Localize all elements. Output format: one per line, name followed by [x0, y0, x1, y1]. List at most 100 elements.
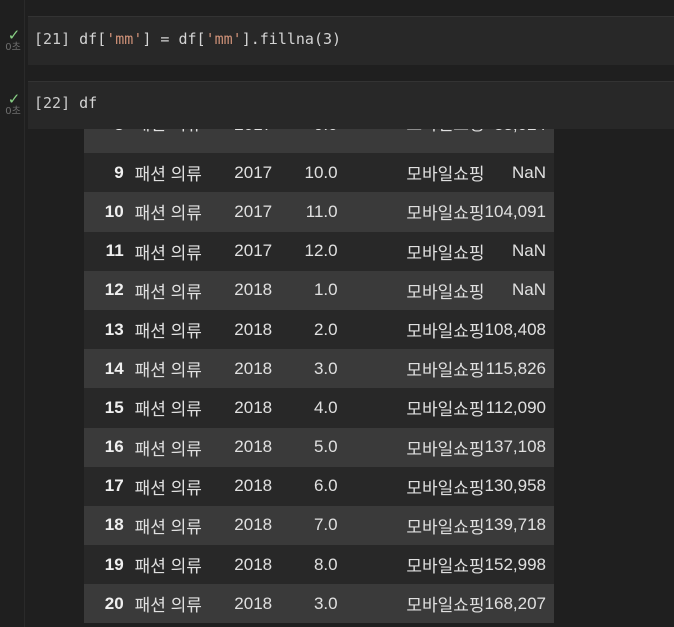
year-cell: 2018 [234, 554, 273, 574]
table-row: 15 패션 의류 2018 4.0 모바일쇼핑 112,090 [84, 388, 554, 428]
month-cell: 3.0 [313, 358, 338, 378]
channel-cell: 모바일쇼핑 [406, 322, 485, 342]
category-cell: 패션 의류 [134, 282, 202, 302]
table-row: 11 패션 의류 2017 12.0 모바일쇼핑 NaN [84, 231, 554, 271]
category-cell: 패션 의류 [134, 165, 202, 185]
value-cell: 130,958 [484, 476, 546, 496]
table-row: 9 패션 의류 2017 10.0 모바일쇼핑 NaN [84, 153, 554, 193]
row-index: 20 [104, 593, 124, 613]
year-cell: 2018 [234, 476, 273, 496]
code-cell-21[interactable]: [21] df['mm'] = df['mm'].fillna(3) [28, 16, 674, 65]
code-string-token: 'mm' [205, 30, 242, 48]
channel-cell: 모바일쇼핑 [406, 165, 485, 185]
cell-22-code[interactable]: [22] df [34, 94, 97, 112]
cell-21-status: ✓ 0초 [3, 26, 25, 54]
month-cell: 4.0 [313, 397, 338, 417]
execution-count: [21] [34, 30, 71, 48]
value-cell: 152,998 [484, 554, 546, 574]
month-cell: 7.0 [313, 515, 338, 535]
month-cell: 1.0 [313, 280, 338, 300]
row-index: 16 [104, 437, 124, 457]
category-cell: 패션 의류 [134, 400, 202, 420]
category-cell: 패션 의류 [134, 204, 202, 224]
table-row: 16 패션 의류 2018 5.0 모바일쇼핑 137,108 [84, 427, 554, 467]
category-cell: 패션 의류 [134, 517, 202, 537]
row-index: 9 [114, 162, 124, 182]
year-cell: 2018 [234, 280, 273, 300]
code-token: df[ [79, 30, 107, 48]
category-cell: 패션 의류 [134, 243, 202, 263]
execution-count: [22] [34, 94, 71, 112]
year-cell: 2018 [234, 358, 273, 378]
value-cell: NaN [511, 280, 546, 300]
table-row: 19 패션 의류 2018 8.0 모바일쇼핑 152,998 [84, 545, 554, 585]
month-cell: 11.0 [305, 201, 338, 221]
year-cell: 2018 [234, 397, 273, 417]
execution-time: 0초 [5, 106, 21, 117]
category-cell: 패션 의류 [134, 596, 202, 616]
code-token: ].fillna(3) [241, 30, 342, 48]
success-check-icon: ✓ [7, 26, 21, 44]
table-row: 20 패션 의류 2018 3.0 모바일쇼핑 168,207 [84, 584, 554, 624]
row-index: 18 [104, 515, 124, 535]
row-index: 17 [104, 476, 124, 496]
table-row: 18 패션 의류 2018 7.0 모바일쇼핑 139,718 [84, 505, 554, 546]
channel-cell: 모바일쇼핑 [406, 361, 485, 381]
category-cell: 패션 의류 [134, 361, 202, 381]
code-token: df [79, 94, 98, 112]
month-cell: 8.0 [313, 554, 338, 574]
row-index: 11 [105, 241, 124, 261]
execution-time: 0초 [5, 42, 21, 53]
year-cell: 2018 [234, 515, 273, 535]
category-cell: 패션 의류 [134, 557, 202, 577]
month-cell: 2.0 [313, 319, 338, 339]
value-cell: 137,108 [484, 437, 546, 457]
channel-cell: 모바일쇼핑 [406, 517, 485, 537]
value-cell: NaN [511, 162, 546, 182]
code-string-token: 'mm' [106, 30, 143, 48]
value-cell: 115,826 [485, 358, 546, 378]
category-cell: 패션 의류 [134, 478, 202, 498]
year-cell: 2017 [234, 241, 273, 261]
year-cell: 2017 [234, 162, 273, 182]
channel-cell: 모바일쇼핑 [406, 243, 485, 263]
category-cell: 패션 의류 [134, 439, 202, 459]
month-cell: 12.0 [304, 241, 338, 261]
table-row: 12 패션 의류 2018 1.0 모바일쇼핑 NaN [84, 270, 554, 310]
table-row: 10 패션 의류 2017 11.0 모바일쇼핑 104,091 [84, 192, 554, 232]
month-cell: 3.0 [313, 593, 338, 613]
row-index: 14 [104, 358, 124, 378]
row-index: 15 [104, 397, 124, 417]
category-cell: 패션 의류 [134, 322, 202, 342]
row-index: 13 [104, 319, 124, 339]
channel-cell: 모바일쇼핑 [406, 557, 485, 577]
channel-cell: 모바일쇼핑 [406, 204, 485, 224]
code-cell-22[interactable]: [22] df [28, 81, 674, 129]
value-cell: 139,718 [484, 515, 546, 535]
table-row: 14 패션 의류 2018 3.0 모바일쇼핑 115,826 [84, 349, 554, 389]
channel-cell: 모바일쇼핑 [406, 439, 485, 459]
month-cell: 5.0 [313, 437, 338, 457]
value-cell: 168,207 [484, 593, 546, 613]
value-cell: NaN [511, 241, 546, 261]
dataframe-output[interactable]: 8패션 의류20179.0모바일쇼핑83,0249패션 의류201710.0모바… [84, 114, 554, 627]
year-cell: 2017 [234, 201, 273, 221]
year-cell: 2018 [234, 437, 273, 457]
channel-cell: 모바일쇼핑 [406, 596, 485, 616]
notebook-page: ✓ 0초 [21] df['mm'] = df['mm'].fillna(3) … [0, 0, 674, 627]
value-cell: 104,091 [484, 201, 546, 221]
success-check-icon: ✓ [7, 90, 21, 108]
row-index: 12 [104, 280, 124, 300]
year-cell: 2018 [234, 319, 273, 339]
month-cell: 10.0 [304, 162, 338, 182]
month-cell: 6.0 [313, 476, 338, 496]
channel-cell: 모바일쇼핑 [406, 282, 485, 302]
cell-21-code[interactable]: [21] df['mm'] = df['mm'].fillna(3) [34, 30, 341, 48]
dataframe-table: 8패션 의류20179.0모바일쇼핑83,0249패션 의류201710.0모바… [84, 114, 554, 624]
table-row: 13 패션 의류 2018 2.0 모바일쇼핑 108,408 [84, 309, 554, 350]
channel-cell: 모바일쇼핑 [406, 478, 485, 498]
row-index: 19 [104, 554, 124, 574]
row-index: 10 [104, 201, 124, 221]
year-cell: 2018 [234, 593, 273, 613]
table-row: 17 패션 의류 2018 6.0 모바일쇼핑 130,958 [84, 466, 554, 506]
